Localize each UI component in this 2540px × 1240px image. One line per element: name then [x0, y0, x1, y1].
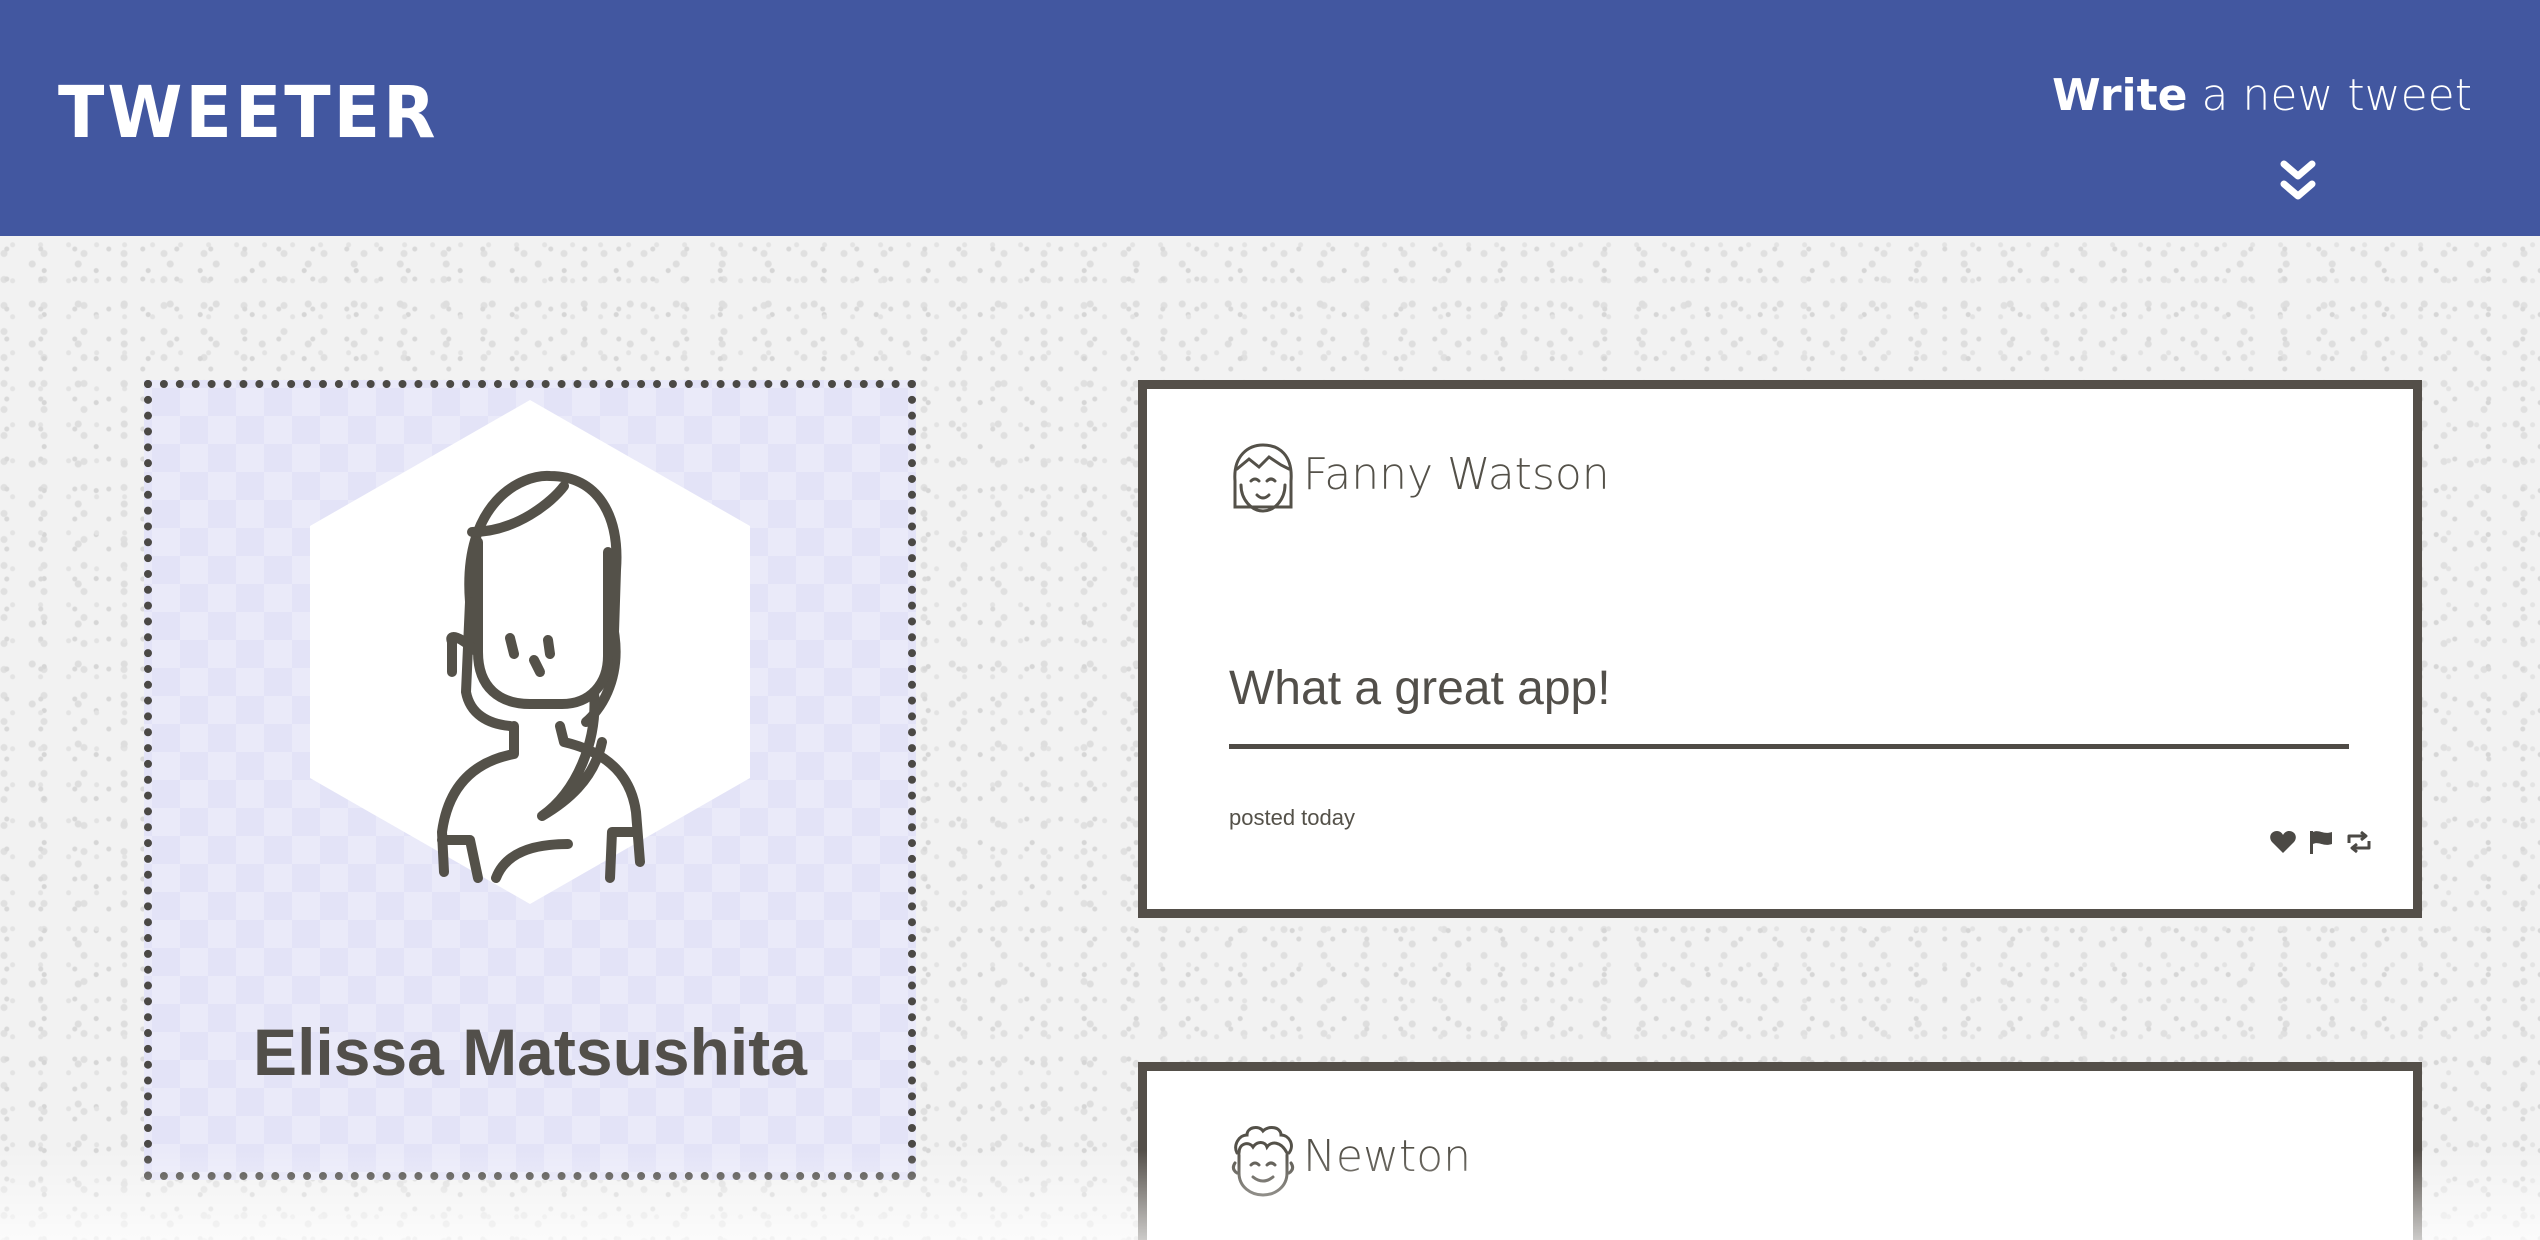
- compose-toggle[interactable]: Write a new tweet: [2052, 70, 2472, 121]
- top-nav: TWEETER Write a new tweet: [0, 0, 2540, 236]
- tweet-card: Fanny Watson What a great app! posted to…: [1138, 380, 2422, 918]
- woman-long-hair-avatar-icon: [310, 400, 750, 904]
- double-chevron-down-icon[interactable]: [2278, 160, 2318, 202]
- compose-label: a new tweet: [2187, 70, 2472, 121]
- tweet-body: What a great app!: [1229, 662, 1611, 715]
- tweet-divider: [1229, 744, 2349, 749]
- heart-icon[interactable]: [2269, 829, 2297, 855]
- brand-logo[interactable]: TWEETER: [58, 72, 439, 155]
- profile-name: Elissa Matsushita: [253, 1015, 807, 1089]
- scroll-fade: [0, 1150, 2540, 1240]
- girl-bangs-avatar-icon: [1233, 443, 1293, 513]
- retweet-icon[interactable]: [2345, 829, 2373, 855]
- tweet-timestamp: posted today: [1229, 805, 1355, 830]
- flag-icon[interactable]: [2307, 829, 2335, 855]
- profile-card: Elissa Matsushita: [144, 380, 916, 1180]
- tweet-actions: [2269, 829, 2373, 855]
- compose-label-strong: Write: [2052, 70, 2188, 121]
- tweet-author[interactable]: Fanny Watson: [1303, 449, 1610, 500]
